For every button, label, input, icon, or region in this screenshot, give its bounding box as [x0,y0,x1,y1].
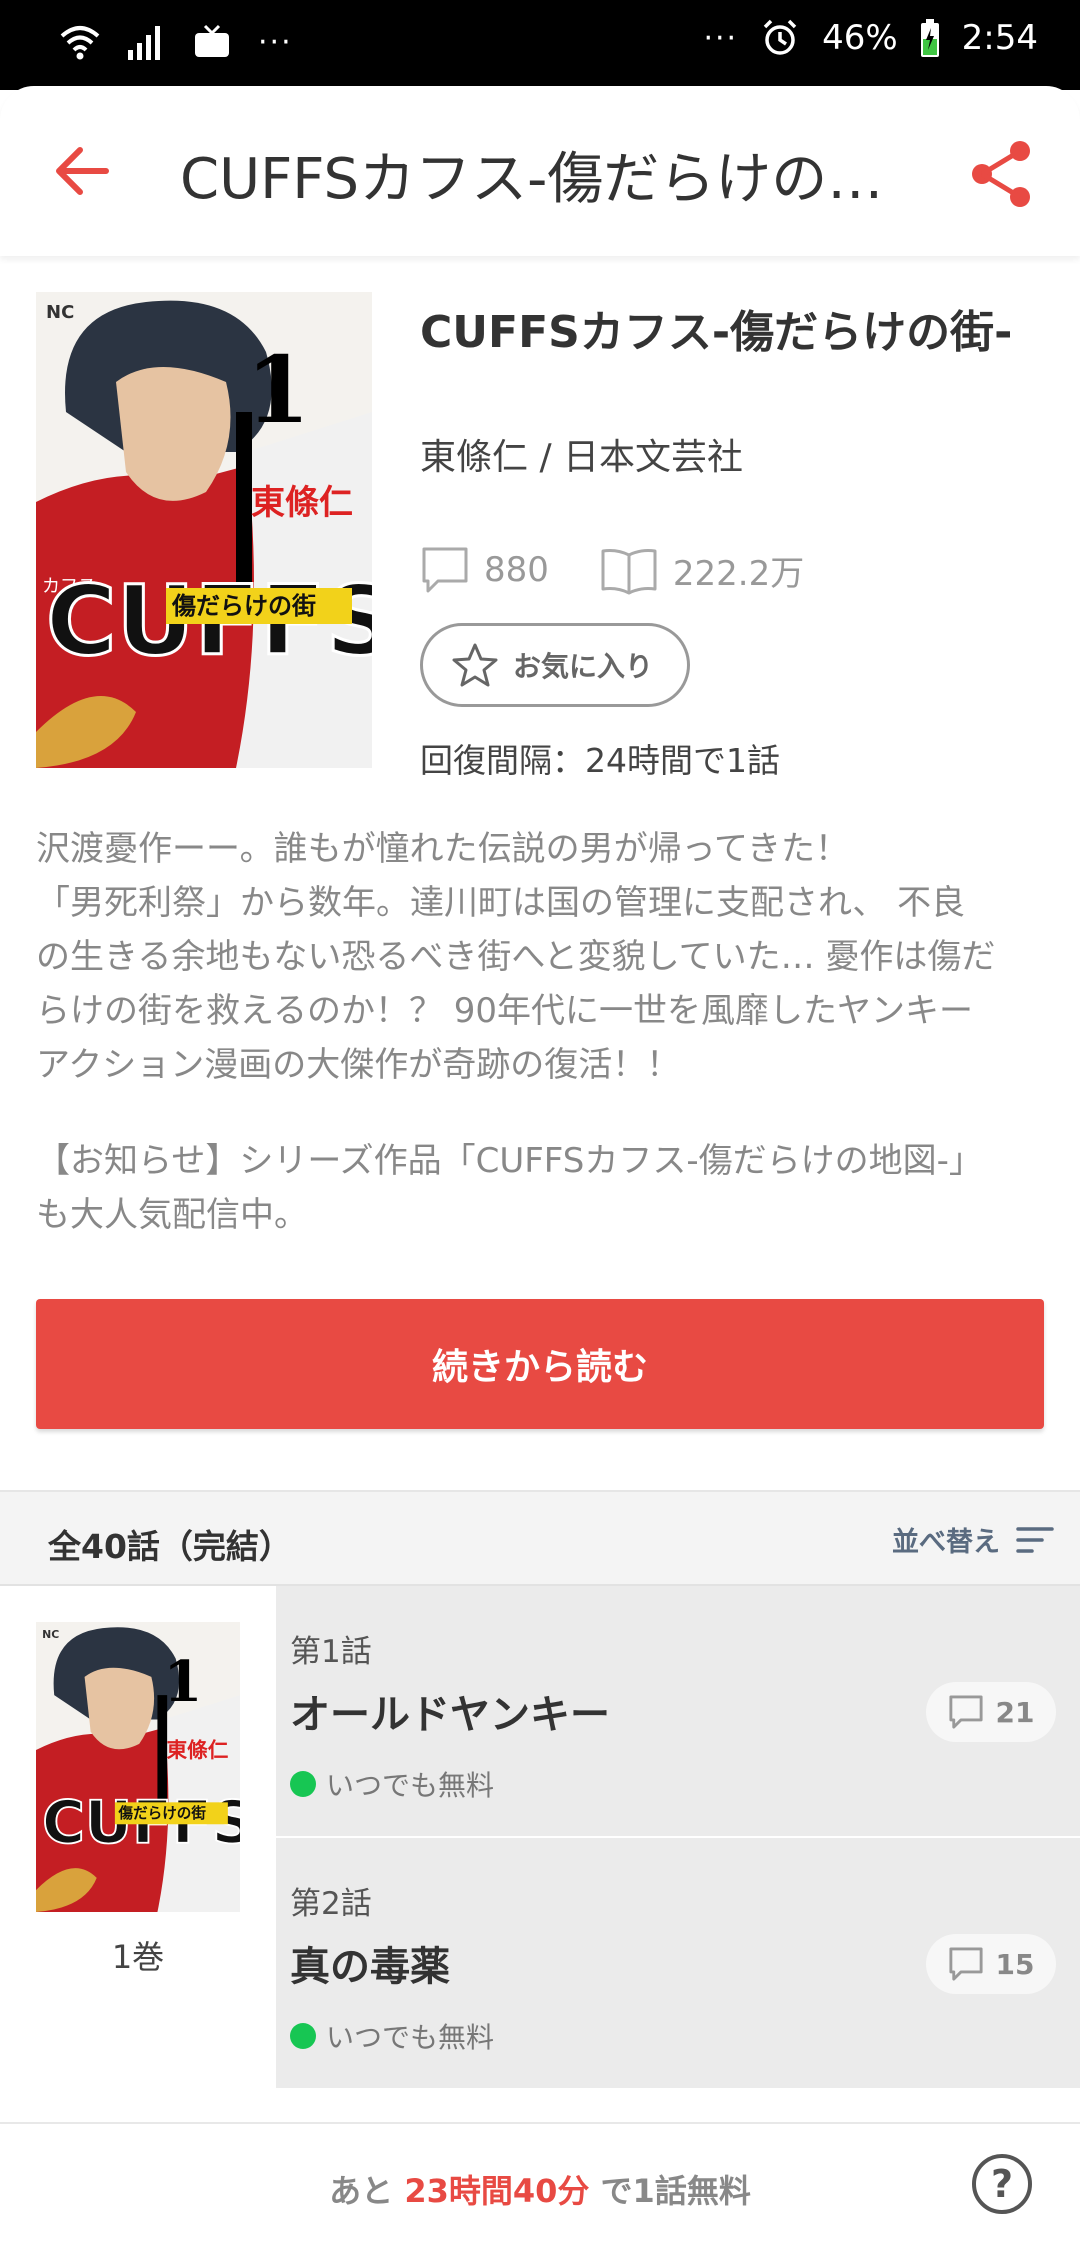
cover-subtitle: 傷だらけの街 [171,592,316,620]
free-badge: いつでも無料 [290,2016,494,2056]
free-countdown: あと 23時間40分 で1話無料 [0,2166,1080,2212]
free-badge: いつでも無料 [290,1764,494,1804]
volume-1[interactable]: NC 1 東條仁 CUFFS 傷だらけの街 1巻 [0,1586,276,2092]
episode-list: 第1話 オールドヤンキー いつでも無料 21 第2話 真の毒薬 いつでも無料 1… [276,1586,1080,2090]
cover-subtitle: 傷だらけの街 [118,1804,207,1822]
book-stats: 880 222.2万 [420,545,854,595]
episode-title: オールドヤンキー [290,1692,610,1738]
countdown-prefix: あと [329,2172,405,2210]
episode-count: 全40話（完結） [48,1527,292,1566]
description-line: 沢渡憂作ーー。誰もが憧れた伝説の男が帰ってきた！ [36,829,849,869]
book-cover: NC 1 東條仁 カフス CUFFS 傷だらけの街 [36,292,372,768]
episode-comments-button[interactable]: 21 [926,1682,1056,1742]
description-line: らけの街を救えるのか！？ 90年代に一世を風靡したヤンキー [36,991,974,1031]
status-more-left: ··· [258,24,293,60]
book-icon [601,549,657,595]
description-line: アクション漫画の大傑作が奇跡の復活！！ [36,1045,681,1085]
cover-author: 東條仁 [251,483,353,523]
episode-comments-button[interactable]: 15 [926,1934,1056,1994]
countdown-time: 23時間40分 [404,2172,590,2210]
description-line: の生きる余地もない恐るべき街へと変貌していた… 憂作は傷だ [36,937,996,977]
free-dot-icon [290,1771,316,1797]
wifi-icon [60,26,100,60]
tv-icon [195,24,229,57]
episode-title: 真の毒薬 [290,1944,450,1990]
countdown-suffix: で1話無料 [589,2172,751,2210]
book-author[interactable]: 東條仁 / 日本文芸社 [420,428,743,480]
book-description: 沢渡憂作ーー。誰もが憧れた伝説の男が帰ってきた！ 「男死利祭」から数年。達川町は… [36,822,1046,1092]
bottom-bar: あと 23時間40分 で1話無料 ? [0,2122,1080,2246]
share-icon[interactable] [970,139,1034,209]
free-badge-label: いつでも無料 [326,2021,495,2054]
status-right: ··· 46% 2:54 [703,18,1038,58]
favorite-label: お気に入り [513,650,654,683]
view-stat: 222.2万 [599,545,804,595]
cover-nc-logo: NC [46,302,74,323]
cover-volume-number: 1 [246,336,310,444]
comment-icon [422,547,468,593]
sort-button[interactable]: 並べ替え [892,1520,1054,1559]
recovery-interval: 回復間隔：24時間で1話 [420,741,780,780]
continue-reading-button[interactable]: 続きから読む [36,1299,1044,1429]
notice-line: も大人気配信中。 [36,1195,308,1235]
volume-cover: NC 1 東條仁 CUFFS 傷だらけの街 [36,1622,240,1912]
episode-list-header: 全40話（完結） 並べ替え [0,1490,1080,1586]
app-bar: CUFFSカフス-傷だらけの… [0,86,1080,256]
alarm-icon [763,19,797,55]
comment-stat: 880 [420,545,549,595]
status-left: ··· [60,22,293,62]
comment-count: 880 [484,550,549,590]
episode-number: 第1話 [290,1634,372,1670]
description-line: 「男死利祭」から数年。達川町は国の管理に支配され、 不良 [36,883,966,923]
episode-item[interactable]: 第1話 オールドヤンキー いつでも無料 21 [276,1586,1080,1838]
comment-icon [948,1695,983,1729]
sort-icon [1016,1526,1054,1553]
sort-label: 並べ替え [892,1527,1000,1558]
episode-comment-count: 15 [995,1947,1035,1981]
notice-line: 【お知らせ】シリーズ作品「CUFFSカフス-傷だらけの地図-」 [36,1141,983,1181]
series-notice: 【お知らせ】シリーズ作品「CUFFSカフス-傷だらけの地図-」 も大人気配信中。 [36,1134,1046,1242]
view-count: 222.2万 [672,553,805,594]
star-icon [452,643,498,687]
free-badge-label: いつでも無料 [326,1769,495,1802]
cover-nc-logo: NC [42,1628,59,1641]
episode-item[interactable]: 第2話 真の毒薬 いつでも無料 15 [276,1838,1080,2090]
back-arrow-icon[interactable] [50,141,120,201]
battery-percent: 46% [822,18,898,58]
episode-comment-count: 21 [995,1695,1035,1729]
clock: 2:54 [961,18,1038,58]
app-bar-title: CUFFSカフス-傷だらけの… [180,147,884,212]
cover-volume-number: 1 [164,1649,203,1715]
battery-icon [920,19,939,57]
volume-label: 1巻 [111,1938,165,1976]
favorite-button[interactable]: お気に入り [420,623,690,707]
status-bar: ··· ··· 46% 2:54 [0,0,1080,90]
free-dot-icon [290,2023,316,2049]
episode-number: 第2話 [290,1886,372,1922]
cover-author: 東條仁 [167,1738,229,1762]
book-title: CUFFSカフス-傷だらけの街- [420,307,1013,358]
signal-icon [128,26,160,60]
comment-icon [948,1947,983,1981]
help-icon[interactable]: ? [972,2154,1032,2214]
status-more-right: ··· [703,20,739,56]
